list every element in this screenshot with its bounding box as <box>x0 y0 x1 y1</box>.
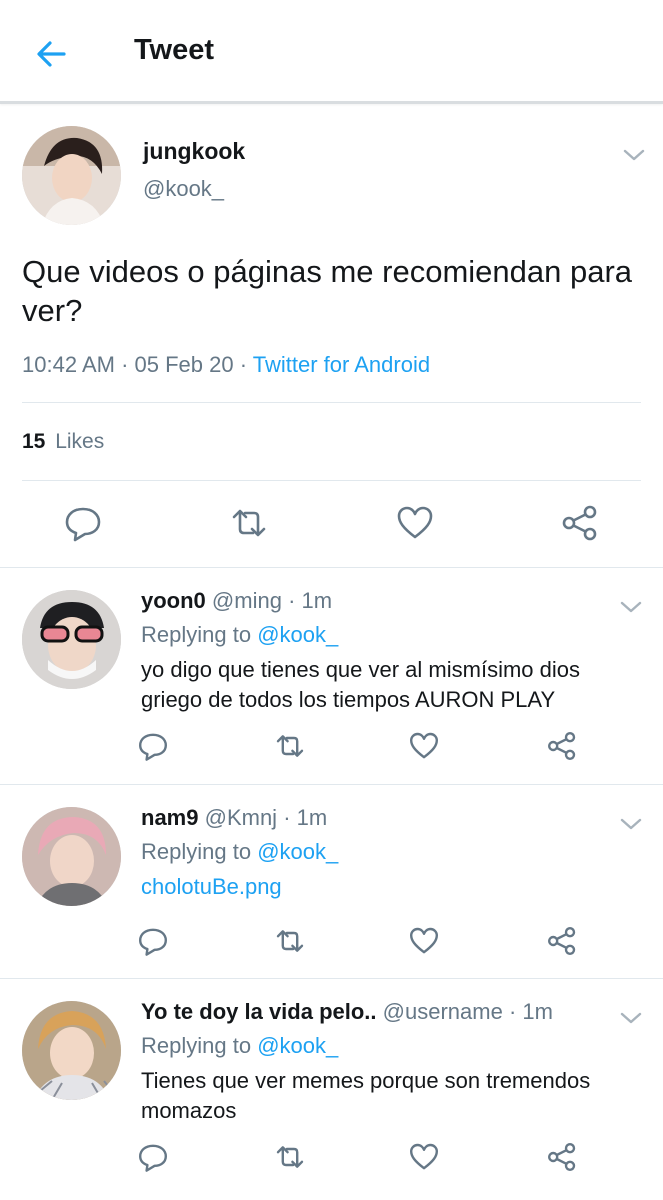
reply-header: nam9 @Kmnj · 1m <box>141 805 327 831</box>
back-button[interactable] <box>30 32 74 76</box>
meta-separator: · <box>121 352 135 377</box>
reply-icon <box>139 928 167 956</box>
share-button[interactable] <box>560 503 600 543</box>
avatar-image <box>22 590 121 689</box>
like-button[interactable] <box>408 925 440 957</box>
replying-mention-link[interactable]: @kook_ <box>257 1033 338 1058</box>
reply-tweet[interactable]: Yo te doy la vida pelo.. @username · 1m … <box>0 979 663 1200</box>
reply-tweet[interactable]: nam9 @Kmnj · 1m Replying to @kook_ cholo… <box>0 785 663 979</box>
reply-author-name[interactable]: nam9 <box>141 805 198 830</box>
reply-author-handle[interactable]: @username <box>383 999 503 1024</box>
retweet-button[interactable] <box>274 1141 306 1173</box>
share-icon <box>548 732 576 760</box>
reply-link[interactable]: cholotuBe.png <box>141 872 631 902</box>
retweet-icon <box>276 735 304 757</box>
reply-icon <box>139 1144 167 1172</box>
reply-author-name[interactable]: Yo te doy la vida pelo.. <box>141 999 377 1024</box>
likes-count: 15 <box>22 430 46 453</box>
share-icon <box>548 1143 576 1171</box>
chevron-down-icon <box>623 149 645 161</box>
like-button[interactable] <box>408 730 440 762</box>
avatar[interactable] <box>22 126 121 225</box>
share-button[interactable] <box>546 730 578 762</box>
share-icon <box>548 927 576 955</box>
chevron-down-icon <box>620 601 642 613</box>
retweet-button[interactable] <box>274 730 306 762</box>
replying-mention-link[interactable]: @kook_ <box>257 839 338 864</box>
meta-separator: · <box>508 999 517 1024</box>
reply-icon <box>65 507 101 542</box>
tweet-menu-button[interactable] <box>618 1009 644 1027</box>
replying-to: Replying to @kook_ <box>141 839 338 865</box>
main-tweet: jungkook @kook_ Que videos o páginas me … <box>0 106 663 568</box>
top-app-bar: Tweet <box>0 0 663 104</box>
replying-label: Replying to <box>141 839 252 864</box>
reply-author-handle[interactable]: @Kmnj <box>205 805 277 830</box>
tweet-menu-button[interactable] <box>618 815 644 833</box>
tweet-menu-button[interactable] <box>621 146 647 164</box>
like-icon <box>410 732 438 759</box>
avatar[interactable] <box>22 807 121 906</box>
share-icon <box>562 505 597 541</box>
reply-button[interactable] <box>137 1141 169 1173</box>
avatar[interactable] <box>22 590 121 689</box>
reply-time: 1m <box>522 999 553 1024</box>
avatar[interactable] <box>22 1001 121 1100</box>
reply-time: 1m <box>296 805 328 830</box>
retweet-icon <box>232 509 266 537</box>
reply-text: Tienes que ver memes porque son tremendo… <box>141 1068 591 1123</box>
meta-separator: · <box>283 805 291 830</box>
avatar-image <box>22 807 121 906</box>
reply-tweet[interactable]: yoon0 @ming · 1m Replying to @kook_ yo d… <box>0 568 663 785</box>
replying-label: Replying to <box>141 1033 252 1058</box>
reply-header: yoon0 @ming · 1m <box>141 588 332 614</box>
chevron-down-icon <box>620 818 642 830</box>
reply-button[interactable] <box>137 730 169 762</box>
like-button[interactable] <box>408 1141 440 1173</box>
divider <box>22 402 641 403</box>
replying-label: Replying to <box>141 622 252 647</box>
retweet-button[interactable] <box>229 503 269 543</box>
replying-mention-link[interactable]: @kook_ <box>257 622 338 647</box>
tweet-meta: 10:42 AM · 05 Feb 20 · Twitter for Andro… <box>22 352 430 378</box>
like-button[interactable] <box>395 503 435 543</box>
tweet-text: Que videos o páginas me recomiendan para… <box>22 254 633 328</box>
avatar-image <box>22 1001 121 1100</box>
like-icon <box>410 1143 438 1170</box>
reply-author-handle[interactable]: @ming <box>212 588 282 613</box>
replying-to: Replying to @kook_ <box>141 622 338 648</box>
reply-time: 1m <box>301 588 333 613</box>
share-button[interactable] <box>546 1141 578 1173</box>
divider <box>22 480 641 481</box>
reply-button[interactable] <box>137 925 169 957</box>
tweet-date: 05 Feb 20 <box>134 352 234 377</box>
like-icon <box>397 506 433 539</box>
retweet-button[interactable] <box>274 925 306 957</box>
arrow-left-icon <box>37 41 66 67</box>
page-title: Tweet <box>134 34 215 66</box>
like-icon <box>410 927 438 954</box>
retweet-icon <box>276 930 304 952</box>
tweet-menu-button[interactable] <box>618 598 644 616</box>
meta-separator: · <box>239 352 253 377</box>
author-name[interactable]: jungkook <box>143 138 245 165</box>
tweet-time: 10:42 AM <box>22 352 115 377</box>
author-handle[interactable]: @kook_ <box>143 176 224 202</box>
reply-author-name[interactable]: yoon0 <box>141 588 206 613</box>
reply-button[interactable] <box>63 503 103 543</box>
reply-header: Yo te doy la vida pelo.. @username · 1m <box>141 999 553 1025</box>
retweet-icon <box>276 1146 304 1168</box>
replying-to: Replying to @kook_ <box>141 1033 338 1059</box>
avatar-image <box>22 126 121 225</box>
likes-count-row[interactable]: 15 Likes <box>22 430 104 454</box>
likes-label: Likes <box>55 430 105 453</box>
chevron-down-icon <box>620 1012 642 1024</box>
meta-separator: · <box>288 588 296 613</box>
reply-text: yo digo que tienes que ver al mismísimo … <box>141 657 580 712</box>
tweet-source-link[interactable]: Twitter for Android <box>253 352 430 377</box>
reply-icon <box>139 733 167 761</box>
share-button[interactable] <box>546 925 578 957</box>
